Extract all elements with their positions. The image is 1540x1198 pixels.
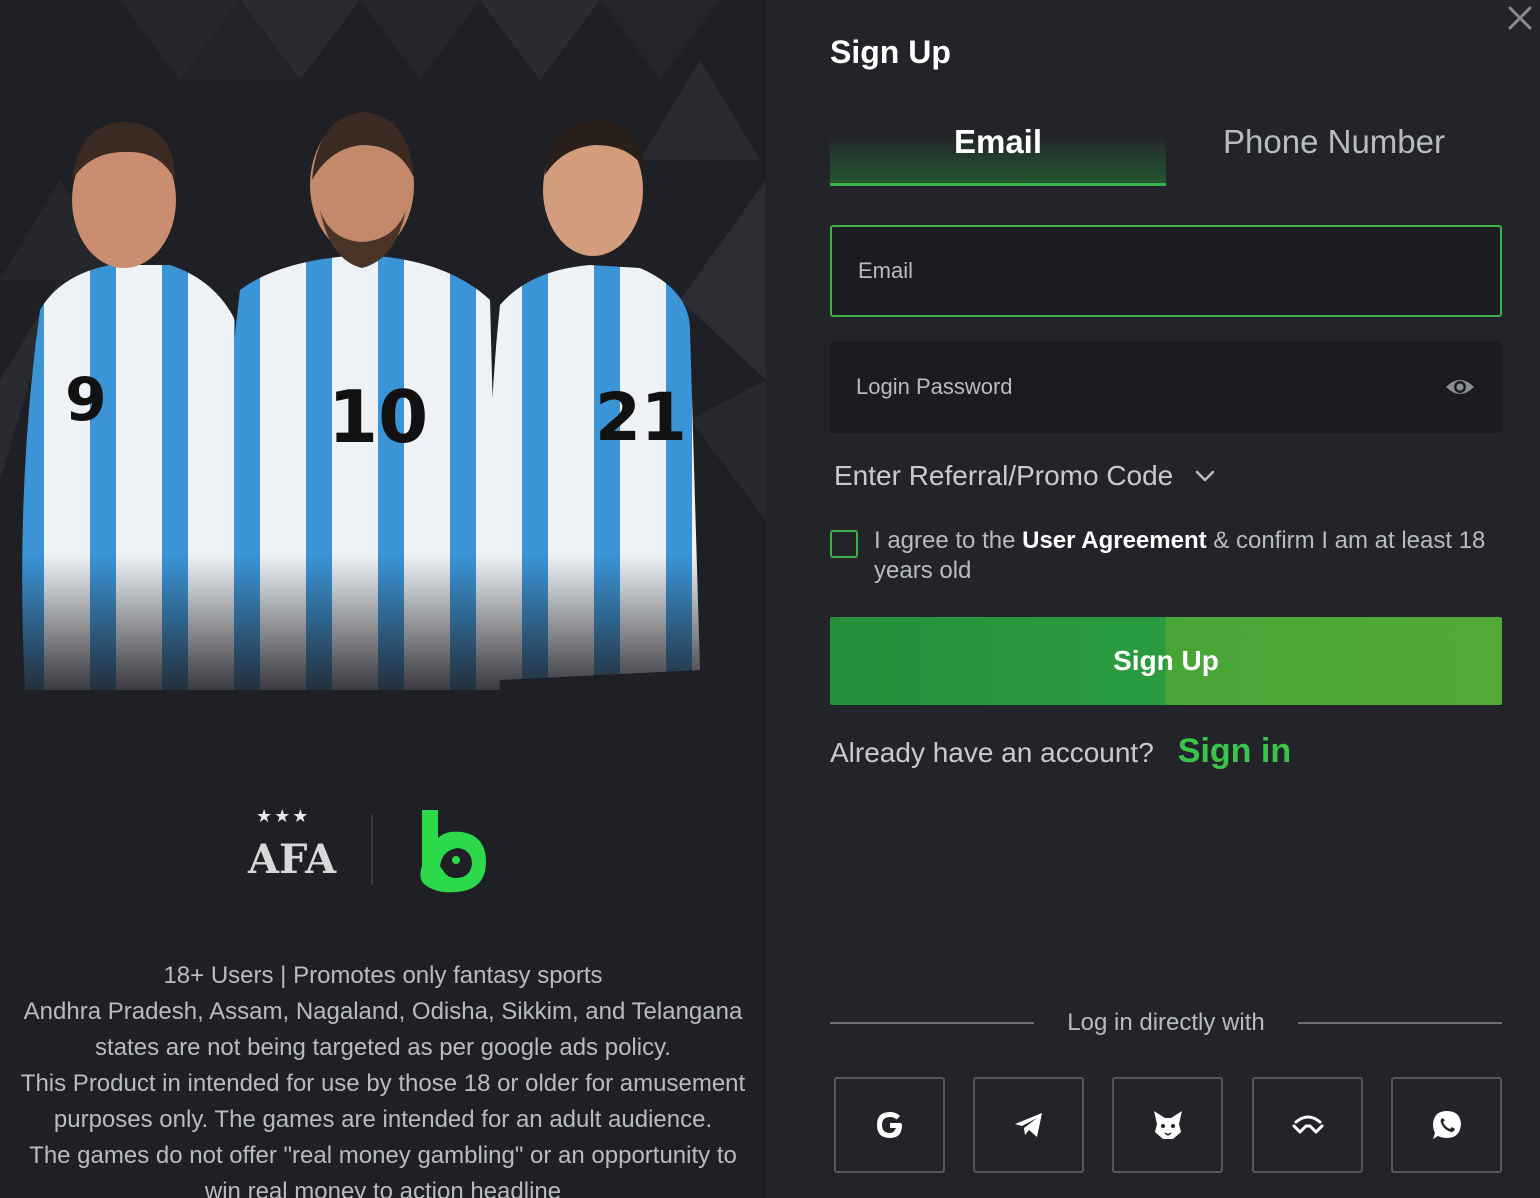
bc-game-logo xyxy=(420,810,486,893)
metamask-icon xyxy=(1153,1111,1182,1139)
tab-email[interactable]: Email xyxy=(830,110,1166,186)
promo-panel: 9 21 10 ★★★ AFA xyxy=(0,0,766,1198)
divider-line xyxy=(1298,1022,1502,1024)
disclaimer-line: This Product in intended for use by thos… xyxy=(20,1070,746,1097)
have-account-text: Already have an account? xyxy=(830,737,1154,768)
close-icon[interactable] xyxy=(1504,2,1536,34)
disclaimer: 18+ Users | Promotes only fantasy sports… xyxy=(0,958,766,1198)
promo-code-toggle[interactable]: Enter Referral/Promo Code xyxy=(834,460,1217,492)
tab-phone-number[interactable]: Phone Number xyxy=(1166,110,1502,186)
signin-link[interactable]: Sign in xyxy=(1178,732,1291,771)
agreement-text: I agree to the User Agreement & confirm … xyxy=(874,526,1502,586)
promo-code-label: Enter Referral/Promo Code xyxy=(834,460,1174,491)
signup-modal: 9 21 10 ★★★ AFA xyxy=(0,0,1540,1198)
user-agreement-link[interactable]: User Agreement xyxy=(1022,527,1207,554)
signin-row: Already have an account? Sign in xyxy=(830,732,1291,771)
password-input[interactable] xyxy=(830,341,1502,433)
walletconnect-login-button[interactable] xyxy=(1252,1077,1363,1173)
disclaimer-line: 18+ Users | Promotes only fantasy sports xyxy=(163,962,603,989)
direct-login-divider: Log in directly with xyxy=(830,1006,1502,1040)
logo-divider xyxy=(371,815,373,885)
whatsapp-icon xyxy=(1432,1111,1461,1139)
afa-logo: AFA xyxy=(248,836,337,883)
eye-icon[interactable] xyxy=(1444,373,1476,401)
email-field-wrapper xyxy=(830,225,1502,317)
whatsapp-login-button[interactable] xyxy=(1391,1077,1502,1173)
agree-prefix: I agree to the xyxy=(874,527,1016,554)
google-icon xyxy=(876,1112,902,1138)
chevron-down-icon xyxy=(1196,470,1215,482)
disclaimer-line: states are not being targeted as per goo… xyxy=(95,1034,671,1061)
disclaimer-line: Andhra Pradesh, Assam, Nagaland, Odisha,… xyxy=(23,998,743,1025)
telegram-icon xyxy=(1014,1113,1042,1137)
page-title: Sign Up xyxy=(830,34,951,70)
disclaimer-line: purposes only. The games are intended fo… xyxy=(53,1106,713,1133)
google-login-button[interactable] xyxy=(834,1077,945,1173)
signup-form-panel: Sign Up Email Phone Number Enter Referra… xyxy=(766,0,1540,1198)
email-input[interactable] xyxy=(832,227,1500,315)
disclaimer-line: The games do not offer "real money gambl… xyxy=(29,1142,737,1169)
agree-checkbox[interactable] xyxy=(830,530,858,558)
telegram-login-button[interactable] xyxy=(973,1077,1084,1173)
signup-button[interactable]: Sign Up xyxy=(830,617,1502,705)
players-photo: 9 21 10 xyxy=(0,90,766,710)
walletconnect-icon xyxy=(1292,1115,1323,1134)
disclaimer-line: win real money to action headline xyxy=(204,1178,562,1198)
afa-stars: ★★★ xyxy=(256,806,311,826)
password-field-wrapper xyxy=(830,341,1502,433)
signup-tabs: Email Phone Number xyxy=(830,110,1502,186)
metamask-login-button[interactable] xyxy=(1112,1077,1223,1173)
agreement-row: I agree to the User Agreement & confirm … xyxy=(830,526,1502,586)
